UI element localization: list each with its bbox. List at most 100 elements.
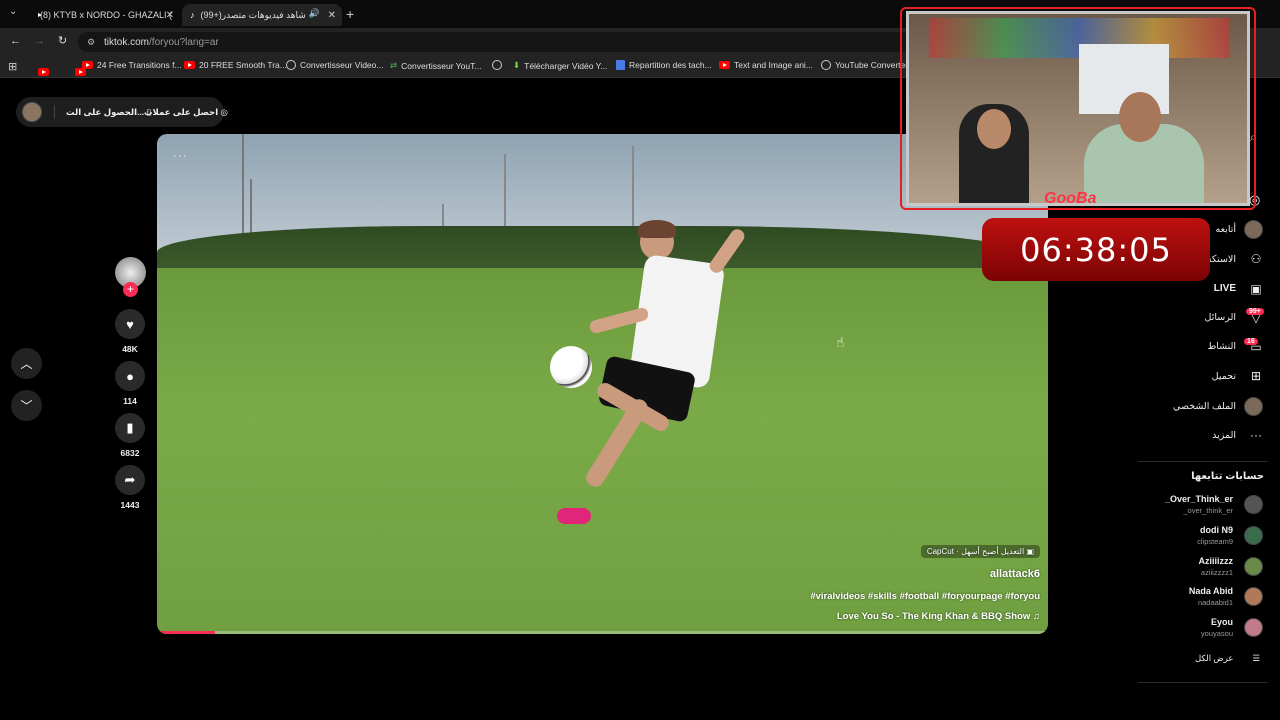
- heart-icon: ♥: [126, 316, 134, 332]
- bookmark-label: 24 Free Transitions f...: [97, 60, 182, 70]
- bookmark-item[interactable]: [492, 60, 502, 70]
- tab-title: (8) KTYB x NORDO - GHAZALI (: [40, 10, 173, 20]
- account-avatar[interactable]: [1244, 557, 1263, 576]
- nav-activity[interactable]: النشاط: [1207, 341, 1236, 352]
- google-icon: [286, 60, 296, 70]
- bookmark-label: Convertisseur YouT...: [401, 60, 482, 71]
- bookmark-item[interactable]: 24 Free Transitions f...: [82, 60, 182, 70]
- bookmark-label: Convertisseur Video...: [300, 60, 384, 70]
- avatar[interactable]: [22, 102, 42, 122]
- get-app-label: الحصول على الت...: [66, 107, 145, 117]
- nav-profile[interactable]: الملف الشخصي: [1173, 401, 1236, 412]
- player-hair: [638, 220, 676, 238]
- like-button[interactable]: ♥: [115, 309, 145, 339]
- more-icon: ···: [1250, 428, 1262, 442]
- browser-tab-tiktok[interactable]: ♪ (99+)شاهد فيديوهات متصدر 🔊 ✕: [182, 4, 342, 26]
- account-name[interactable]: Eyou: [1211, 617, 1233, 627]
- comment-icon: ●: [126, 368, 134, 384]
- capcut-chip[interactable]: CapCut · التعديل أصبح أسهل ▣: [920, 545, 1040, 558]
- nav-upload[interactable]: تحميل: [1212, 371, 1236, 382]
- share-count: 1443: [120, 500, 140, 510]
- docs-icon: [616, 60, 625, 70]
- capcut-icon: ▣: [1026, 547, 1034, 556]
- account-avatar[interactable]: [1244, 495, 1263, 514]
- get-app-link[interactable]: الحصول على الت... ▯: [66, 107, 151, 118]
- address-bar[interactable]: ⚙ tiktok.com/foryou?lang=ar: [78, 32, 918, 52]
- nav-messages[interactable]: الرسائل: [1205, 312, 1236, 323]
- bookmark-item[interactable]: ⬇ Télécharger Vidéo Y...: [513, 60, 607, 71]
- people-icon: ⚇: [1250, 252, 1262, 266]
- player-shoe: [557, 508, 591, 524]
- bookmark-item[interactable]: Repartition des tach...: [616, 60, 712, 70]
- webcam-label: GooBa: [1044, 190, 1097, 206]
- comment-button[interactable]: ●: [115, 361, 145, 391]
- nav-more[interactable]: المزيد: [1212, 430, 1236, 441]
- browser-tab-youtube[interactable]: (8) KTYB x NORDO - GHAZALI ( ✕: [26, 4, 180, 26]
- bookmark-item[interactable]: Text and Image ani...: [719, 60, 813, 70]
- youtube-icon: [184, 61, 195, 69]
- video-progress-bar[interactable]: [157, 631, 1048, 634]
- follow-plus-icon[interactable]: +: [123, 282, 138, 297]
- account-name[interactable]: Nada Abid: [1189, 586, 1233, 596]
- profile-icon[interactable]: [1244, 397, 1263, 416]
- stream-timer: 06:38:05: [982, 218, 1210, 281]
- youtube-icon: [82, 61, 93, 69]
- music-note-icon: ♫: [1032, 611, 1040, 622]
- tiktok-icon: ♪: [190, 10, 195, 20]
- webcam-overlay: GooBa: [906, 11, 1250, 206]
- bookmark-item[interactable]: YouTube Converter: [821, 60, 908, 70]
- next-video-button[interactable]: ﹀: [11, 390, 42, 421]
- bookmark-item[interactable]: Convertisseur Video...: [286, 60, 383, 70]
- previous-video-button[interactable]: ︿: [11, 348, 42, 379]
- more-options-icon[interactable]: ...: [173, 144, 188, 160]
- chevron-up-icon: ︿: [20, 357, 33, 371]
- divider: [54, 105, 55, 119]
- account-avatar[interactable]: [1244, 618, 1263, 637]
- nav-following[interactable]: أتابعه: [1216, 224, 1237, 235]
- nav-live[interactable]: LIVE: [1214, 283, 1236, 294]
- football: [550, 346, 592, 388]
- like-count: 48K: [122, 344, 138, 354]
- share-icon: ➦: [124, 472, 136, 487]
- forward-icon[interactable]: →: [34, 35, 45, 47]
- close-tab-icon[interactable]: ✕: [166, 10, 174, 21]
- back-icon[interactable]: ←: [10, 35, 21, 47]
- new-tab-icon[interactable]: +: [346, 6, 354, 22]
- apps-grid-icon[interactable]: ⊞: [8, 60, 17, 73]
- see-all-label: عرض الكل: [1194, 653, 1234, 663]
- bookmark-label: YouTube Converter: [835, 60, 909, 70]
- following-accounts-title: حسابات تتابعها: [1191, 471, 1264, 482]
- activity-badge: 16: [1244, 338, 1258, 345]
- close-tab-icon[interactable]: ✕: [328, 10, 336, 21]
- site-info-icon[interactable]: ⚙: [87, 37, 95, 48]
- account-name[interactable]: dodi N9: [1200, 525, 1233, 535]
- account-avatar[interactable]: [1244, 526, 1263, 545]
- bookmark-item[interactable]: 20 FREE Smooth Tra...: [184, 60, 287, 70]
- get-coins-link[interactable]: احصل على عملات ◎: [144, 107, 228, 118]
- coin-icon: ◎: [220, 107, 228, 117]
- bookmark-label: Télécharger Vidéo Y...: [524, 60, 608, 71]
- account-handle: nadaabid1: [1197, 598, 1233, 607]
- account-name[interactable]: _Over_Think_er: [1165, 494, 1233, 504]
- bookmark-item[interactable]: ⇄ Convertisseur YouT...: [390, 60, 481, 71]
- inbox-badge: 99+: [1246, 308, 1264, 315]
- video-music[interactable]: Love You So - The King Khan & BBQ Show ♫: [837, 611, 1040, 622]
- save-count: 6832: [120, 448, 140, 458]
- see-all-link[interactable]: عرض الكل ☰: [1195, 653, 1260, 664]
- capcut-label: CapCut · التعديل أصبح أسهل: [926, 547, 1025, 556]
- share-button[interactable]: ➦: [115, 465, 145, 495]
- account-avatar[interactable]: [1244, 587, 1263, 606]
- video-hashtags[interactable]: #viralvideos #skills #football #foryourp…: [810, 591, 1040, 602]
- reload-icon[interactable]: ↻: [58, 34, 67, 47]
- speaker-icon[interactable]: 🔊: [309, 8, 320, 19]
- save-button[interactable]: ▮: [115, 413, 145, 443]
- account-name[interactable]: Aziiiizzz: [1198, 556, 1233, 566]
- video-username[interactable]: allattack6: [990, 568, 1040, 580]
- chevron-down-icon: ﹀: [20, 399, 33, 413]
- bookmark-youtube-icon[interactable]: [38, 68, 49, 76]
- avatar-icon[interactable]: [1244, 220, 1263, 239]
- account-handle: youyasou: [1200, 629, 1233, 638]
- video-progress-fill: [157, 631, 215, 634]
- get-coins-label: احصل على عملات: [144, 107, 219, 117]
- tab-search-chevron-icon[interactable]: ⌄: [9, 6, 17, 17]
